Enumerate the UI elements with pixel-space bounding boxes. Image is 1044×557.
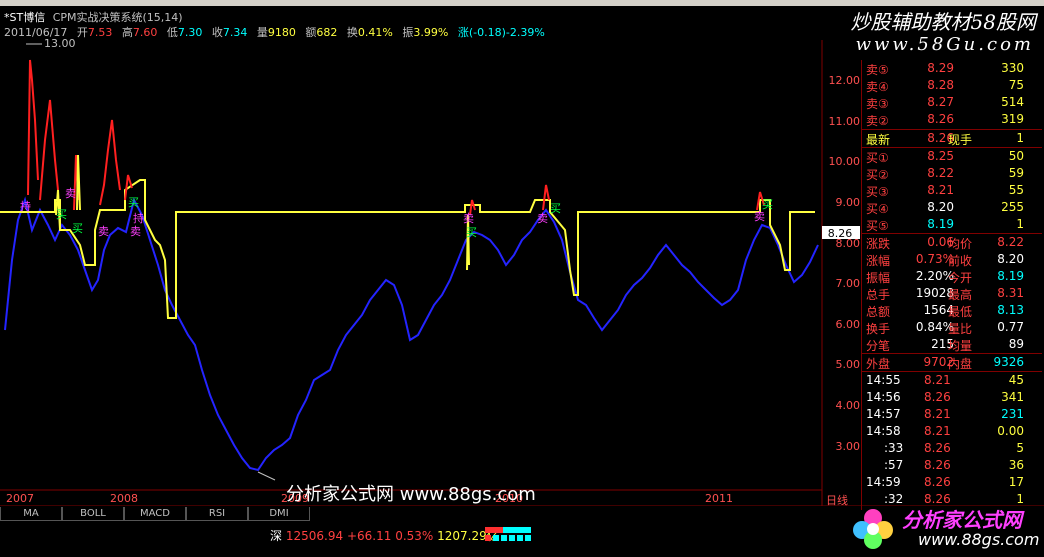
stats-row: 换手 0.84% 量比 0.77: [866, 320, 1024, 336]
stats-row: 涨跌 0.06 均价 8.22: [866, 235, 1024, 251]
sell-signal: 卖: [65, 187, 76, 200]
change-value: (-0.18)-2.39%: [468, 26, 545, 39]
corner-logo: 分析家公式网 www.88gs.com: [848, 500, 1044, 557]
corner-logo-text: 分析家公式网: [902, 508, 1022, 532]
stats-row: 总额 1564 最低 8.13: [866, 303, 1024, 319]
buy-signal: 买: [466, 226, 477, 239]
turnover-label: 换: [346, 26, 358, 39]
tab-boll[interactable]: BOLL: [62, 507, 124, 521]
y-tick: 8.00: [835, 237, 861, 250]
stock-name[interactable]: *ST博信: [4, 11, 45, 24]
low-value: 7.30: [177, 26, 203, 39]
quote-panel: 卖⑤ 8.29 330 卖④ 8.28 75 卖③ 8.27 514 卖② 8.26 319 最…: [861, 60, 1042, 510]
x-tick: 2008: [110, 492, 138, 505]
change-label: 涨: [457, 26, 469, 39]
buy-signal: 买: [128, 196, 139, 209]
period-label[interactable]: 日线: [826, 492, 848, 508]
buy-row[interactable]: 买④ 8.20 255: [862, 199, 1042, 216]
buy-row[interactable]: 买② 8.22 59: [862, 165, 1042, 182]
sell-signal: 卖: [463, 212, 474, 225]
low-label: 低: [166, 26, 178, 39]
high-value: 7.60: [132, 26, 158, 39]
site-logo: 炒股辅助教材58股网: [850, 10, 1036, 34]
sell-row[interactable]: 卖③ 8.27 514: [862, 94, 1042, 111]
sell-row[interactable]: 卖⑤ 8.29 330: [862, 60, 1042, 77]
open-label: 开: [76, 26, 88, 39]
tab-rsi[interactable]: RSI: [186, 507, 248, 521]
amount-value: 682: [316, 26, 338, 39]
x-tick: 2007: [6, 492, 34, 505]
hold-signal: 持: [20, 199, 31, 213]
tab-dmi[interactable]: DMI: [248, 507, 310, 521]
buy-signal: 买: [762, 198, 773, 211]
sell-signal: 卖: [754, 210, 765, 223]
stats-row: 分笔 215 均量 89: [866, 337, 1024, 353]
index-change: +66.11: [346, 529, 392, 543]
sell-signal: 卖: [537, 212, 548, 225]
trade-row: :57 8.26 36: [884, 458, 1024, 472]
site-url: www.58Gu.com: [855, 34, 1034, 55]
chart-title-line: *ST博信 CPM实战决策系统(15,14): [4, 9, 183, 25]
tab-macd[interactable]: MACD: [124, 507, 186, 521]
y-tick: 5.00: [835, 358, 861, 371]
stats-row: 总手 19028 最高 8.31: [866, 286, 1024, 302]
index-value: 12506.94: [285, 529, 344, 543]
outer-inner-row: 外盘 9702 内盘 9326: [866, 355, 1024, 371]
volume-value: 9180: [267, 26, 296, 39]
open-value: 7.53: [87, 26, 113, 39]
y-tick: 11.00: [828, 115, 861, 128]
buy-signal: 买: [56, 208, 67, 221]
watermark-text: 分析家公式网 www.88gs.com: [286, 484, 536, 505]
indicator-name[interactable]: CPM实战决策系统(15,14): [53, 11, 183, 24]
latest-row[interactable]: 最新 8.26 现手 1: [862, 130, 1042, 147]
y-tick: 12.00: [828, 74, 861, 87]
buy-row[interactable]: 买③ 8.21 55: [862, 182, 1042, 199]
cpm-signal-line: [0, 179, 815, 319]
quote-date: 2011/06/17: [4, 26, 68, 39]
y-tick: 10.00: [828, 155, 861, 168]
trade-row: 14:56 8.26 341: [866, 390, 1024, 404]
indicator-tabs: MA BOLL MACD RSI DMI: [0, 507, 340, 521]
index-pct: 0.53%: [395, 529, 434, 543]
flower-icon: [853, 509, 893, 549]
y-tick: 9.00: [835, 196, 861, 209]
buy-row[interactable]: 买① 8.25 50: [862, 148, 1042, 165]
trade-row: 14:59 8.26 17: [866, 475, 1024, 489]
buy-row[interactable]: 买⑤ 8.19 1: [862, 216, 1042, 233]
volume-label: 量: [256, 26, 268, 39]
turnover-value: 0.41%: [357, 26, 393, 39]
y-tick: 7.00: [835, 277, 861, 290]
high-label: 高: [121, 26, 133, 39]
amplitude-label: 振: [402, 26, 414, 39]
close-value: 7.34: [222, 26, 248, 39]
quote-line: 2011/06/17 开7.53 高7.60 低7.30 收7.34 量9180…: [4, 24, 551, 40]
buy-signal: 买: [72, 222, 83, 235]
sell-row[interactable]: 卖④ 8.28 75: [862, 77, 1042, 94]
x-tick: 2011: [705, 492, 733, 505]
sell-row[interactable]: 卖② 8.26 319: [862, 111, 1042, 128]
hold-signal: 持: [133, 211, 144, 225]
sell-signal: 卖: [98, 225, 109, 238]
tab-ma[interactable]: MA: [0, 507, 62, 521]
trade-row: 14:55 8.21 45: [866, 373, 1024, 387]
corner-logo-url: www.88gs.com: [918, 530, 1040, 549]
buy-signal: 买: [550, 202, 561, 215]
amount-label: 额: [305, 26, 317, 39]
index-ticker[interactable]: 深 12506.94 +66.11 0.53% 1207.29亿: [270, 527, 499, 544]
close-label: 收: [211, 26, 223, 39]
amplitude-value: 3.99%: [413, 26, 449, 39]
trade-row: 14:58 8.21 0.00: [866, 424, 1024, 438]
sell-signal: 卖: [130, 225, 141, 238]
y-tick: 3.00: [835, 440, 861, 453]
price-line: [4, 196, 819, 472]
trade-row: :33 8.26 5: [884, 441, 1024, 455]
market-label: 深: [270, 529, 283, 543]
stats-row: 振幅 2.20% 今开 8.19: [866, 269, 1024, 285]
stats-row: 涨幅 0.73% 前收 8.20: [866, 252, 1024, 268]
trade-row: 14:57 8.21 231: [866, 407, 1024, 421]
market-breadth-bar: [485, 527, 531, 541]
y-tick: 6.00: [835, 318, 861, 331]
y-tick: 4.00: [835, 399, 861, 412]
